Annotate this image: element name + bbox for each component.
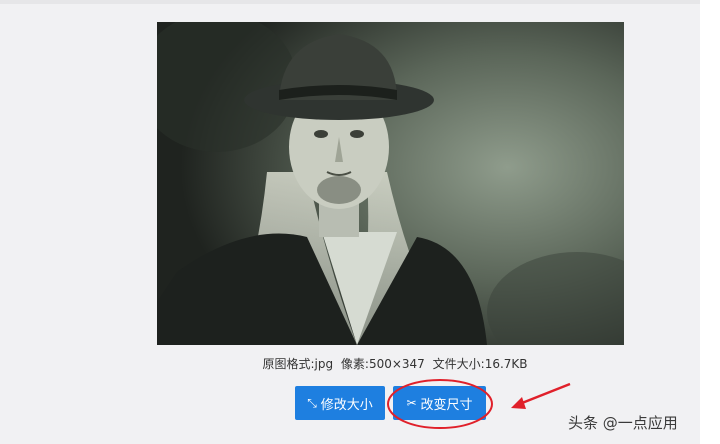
pointer-arrow-head xyxy=(511,397,526,409)
change-size-button[interactable]: ✂ 改变尺寸 xyxy=(393,386,486,420)
right-scroll-area xyxy=(700,0,720,444)
portrait-photo xyxy=(157,22,624,345)
image-file-size: 文件大小:16.7KB xyxy=(432,357,528,371)
scissors-icon: ✂ xyxy=(406,396,417,410)
preview-image xyxy=(157,22,624,345)
resize-button[interactable]: ⤡ 修改大小 xyxy=(295,386,385,420)
image-format: 原图格式:jpg xyxy=(262,357,334,371)
compress-arrows-icon: ⤡ xyxy=(307,396,317,410)
pointer-arrow-line xyxy=(521,382,571,405)
top-divider xyxy=(0,0,720,4)
image-pixels: 像素:500×347 xyxy=(340,357,425,371)
watermark: 头条 @一点应用 xyxy=(568,414,678,432)
change-size-button-label: 改变尺寸 xyxy=(420,397,473,413)
resize-button-label: 修改大小 xyxy=(320,397,373,413)
image-info-line: 原图格式:jpg 像素:500×347 文件大小:16.7KB xyxy=(0,355,720,372)
